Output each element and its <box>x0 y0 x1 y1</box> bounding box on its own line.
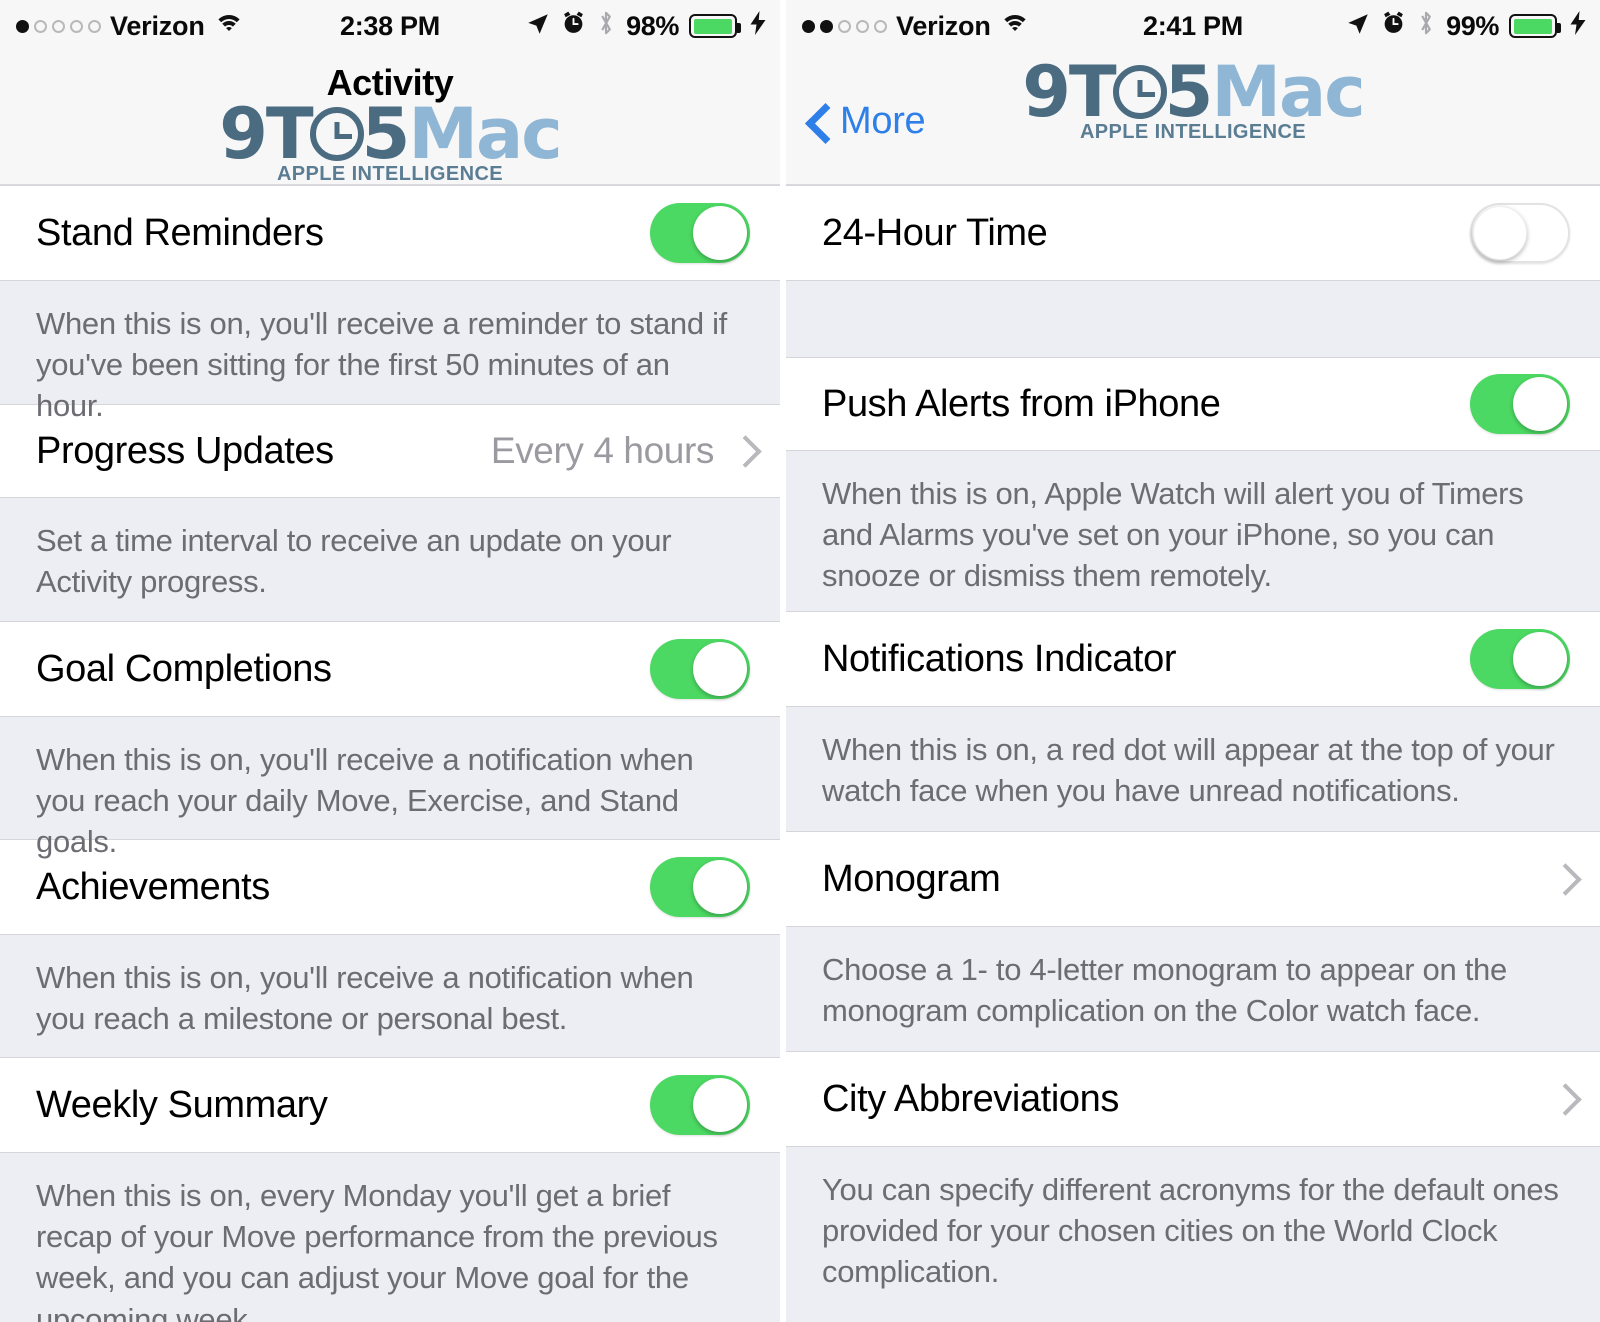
row-notifications-indicator[interactable]: Notifications Indicator <box>786 611 1600 707</box>
right-status-bar: Verizon 2:41 PM 99% <box>786 0 1600 52</box>
row-weekly-summary[interactable]: Weekly Summary <box>0 1057 780 1153</box>
toggle-stand-reminders[interactable] <box>650 203 750 263</box>
back-button[interactable]: More <box>808 100 926 143</box>
wifi-icon <box>999 15 1030 37</box>
toggle-24-hour-time[interactable] <box>1470 203 1570 263</box>
right-settings-list: 24-Hour Time Push Alerts from iPhone Whe… <box>786 185 1600 1322</box>
toggle-achievements[interactable] <box>650 857 750 917</box>
row-label: Notifications Indicator <box>822 637 1177 680</box>
row-label: Goal Completions <box>36 647 332 690</box>
row-goal-completions[interactable]: Goal Completions <box>0 621 780 717</box>
chevron-right-icon <box>1554 1085 1570 1113</box>
battery-icon <box>1509 14 1561 38</box>
footer-stand-reminders: When this is on, you'll receive a remind… <box>0 281 780 423</box>
toggle-push-alerts[interactable] <box>1470 374 1570 434</box>
right-status-indicators: 99% <box>1345 9 1586 44</box>
page-title: Activity <box>326 62 454 103</box>
left-status-bar: Verizon 2:38 PM 98% <box>0 0 780 52</box>
location-arrow-icon <box>1345 11 1371 42</box>
right-phone-screen: Verizon 2:41 PM 99% More 9T 5 Mac APPLE … <box>786 0 1600 1322</box>
chevron-right-icon <box>734 437 750 465</box>
left-battery-percent: 98% <box>626 10 679 41</box>
location-arrow-icon <box>525 11 551 42</box>
wifi-icon <box>213 15 244 37</box>
footer-monogram: Choose a 1- to 4-letter monogram to appe… <box>786 927 1600 1051</box>
row-value-group <box>1534 1085 1570 1113</box>
row-label: 24-Hour Time <box>822 211 1048 254</box>
right-nav-bar: More <box>786 52 1600 185</box>
lightning-bolt-icon <box>750 10 766 42</box>
row-label: Progress Updates <box>36 429 334 472</box>
footer-goal-completions: When this is on, you'll receive a notifi… <box>0 717 780 859</box>
row-city-abbreviations[interactable]: City Abbreviations <box>786 1051 1600 1147</box>
row-stand-reminders[interactable]: Stand Reminders <box>0 185 780 281</box>
left-status-carrier-group: Verizon <box>16 11 244 42</box>
left-phone-screen: Verizon 2:38 PM 98% Activity 9T 5 Mac AP… <box>0 0 780 1322</box>
footer-weekly-summary: When this is on, every Monday you'll get… <box>0 1153 780 1322</box>
row-label: Push Alerts from iPhone <box>822 382 1221 425</box>
row-value-group: Every 4 hours <box>491 430 750 472</box>
footer-push-alerts: When this is on, Apple Watch will alert … <box>786 451 1600 611</box>
alarm-clock-icon <box>561 10 586 42</box>
toggle-goal-completions[interactable] <box>650 639 750 699</box>
chevron-left-icon <box>808 105 828 139</box>
footer-progress-updates: Set a time interval to receive an update… <box>0 498 780 621</box>
left-carrier-name: Verizon <box>110 10 205 41</box>
bluetooth-icon <box>1416 9 1436 44</box>
row-label: Monogram <box>822 857 1001 900</box>
row-label: Stand Reminders <box>36 211 324 254</box>
footer-notifications-indicator: When this is on, a red dot will appear a… <box>786 707 1600 831</box>
row-value-group <box>1534 865 1570 893</box>
toggle-notifications-indicator[interactable] <box>1470 629 1570 689</box>
right-status-carrier-group: Verizon <box>802 11 1030 42</box>
toggle-weekly-summary[interactable] <box>650 1075 750 1135</box>
section-gap <box>786 281 1600 357</box>
battery-icon <box>689 14 741 38</box>
right-carrier-name: Verizon <box>896 10 991 41</box>
row-24-hour-time[interactable]: 24-Hour Time <box>786 185 1600 281</box>
footer-achievements: When this is on, you'll receive a notifi… <box>0 935 780 1057</box>
row-label: Weekly Summary <box>36 1083 328 1126</box>
left-settings-list: Stand Reminders When this is on, you'll … <box>0 185 780 1322</box>
right-list-filler <box>786 1307 1600 1322</box>
row-value: Every 4 hours <box>490 430 714 471</box>
chevron-right-icon <box>1554 865 1570 893</box>
alarm-clock-icon <box>1381 10 1406 42</box>
left-nav-bar: Activity <box>0 52 780 185</box>
lightning-bolt-icon <box>1570 10 1586 42</box>
row-label: City Abbreviations <box>822 1077 1119 1120</box>
row-progress-updates[interactable]: Progress Updates Every 4 hours <box>0 404 780 498</box>
row-label: Achievements <box>36 865 270 908</box>
row-achievements[interactable]: Achievements <box>0 839 780 935</box>
left-status-indicators: 98% <box>525 9 766 44</box>
footer-city-abbreviations: You can specify different acronyms for t… <box>786 1147 1600 1307</box>
right-signal-strength-dots <box>802 19 887 33</box>
bluetooth-icon <box>596 9 616 44</box>
left-signal-strength-dots <box>16 19 101 33</box>
row-monogram[interactable]: Monogram <box>786 831 1600 927</box>
back-button-label: More <box>840 100 926 142</box>
dual-screenshot-container: Verizon 2:38 PM 98% Activity 9T 5 Mac AP… <box>0 0 1600 1322</box>
right-battery-percent: 99% <box>1446 10 1499 41</box>
row-push-alerts[interactable]: Push Alerts from iPhone <box>786 357 1600 451</box>
